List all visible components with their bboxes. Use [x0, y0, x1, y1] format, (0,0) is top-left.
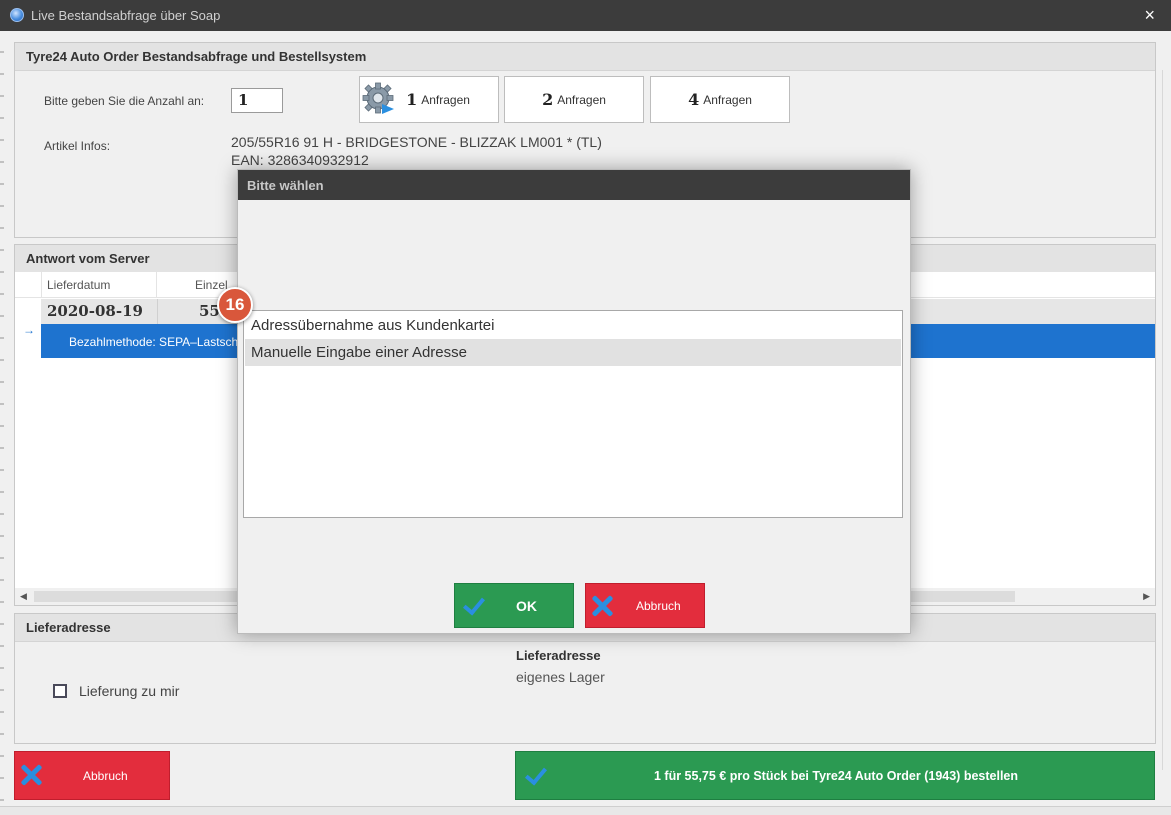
scrollbar-thumb[interactable]: [1162, 70, 1169, 770]
checkmark-icon: [461, 594, 483, 616]
scroll-left-icon[interactable]: ◀: [20, 591, 27, 602]
deliver-to-me-label[interactable]: Lieferung zu mir: [79, 683, 179, 699]
request-4-label: Anfragen: [703, 92, 752, 107]
dialog-title: Bitte wählen: [238, 170, 910, 200]
ok-button[interactable]: OK: [454, 583, 574, 628]
option-list[interactable]: Adressübernahme aus Kundenkartei Manuell…: [243, 310, 903, 518]
request-4-count: 4: [688, 90, 700, 109]
dialog-cancel-button[interactable]: Abbruch: [585, 583, 705, 628]
column-header-delivery-date[interactable]: Lieferdatum: [41, 272, 157, 298]
article-info-label: Artikel Infos:: [44, 139, 111, 153]
article-description: 205/55R16 91 H - BRIDGESTONE - BLIZZAK L…: [231, 134, 602, 150]
close-icon: [19, 763, 43, 787]
delivery-address-heading: Lieferadresse: [516, 648, 601, 663]
cell-delivery-date: 2020-08-19: [47, 302, 143, 320]
deliver-to-me-checkbox[interactable]: [53, 684, 67, 698]
window-vertical-scrollbar[interactable]: [1160, 40, 1171, 800]
scroll-right-icon[interactable]: ▶: [1143, 591, 1150, 602]
order-panel-header: Tyre24 Auto Order Bestandsabfrage und Be…: [15, 43, 1155, 71]
payment-method-text: Bezahlmethode: SEPA–Lastsch: [69, 335, 239, 349]
request-2-button[interactable]: 2 Anfragen: [504, 76, 644, 123]
step-number-badge: 16: [217, 287, 253, 323]
column-divider: [157, 299, 158, 324]
list-item-address-from-customer-file[interactable]: Adressübernahme aus Kundenkartei: [245, 312, 901, 339]
choice-dialog: Bitte wählen Adressübernahme aus Kundenk…: [237, 169, 911, 634]
window-title: Live Bestandsabfrage über Soap: [31, 8, 221, 23]
place-order-button[interactable]: 1 für 55,75 € pro Stück bei Tyre24 Auto …: [515, 751, 1155, 800]
globe-icon: [10, 8, 24, 22]
request-1-label: Anfragen: [421, 92, 470, 107]
request-1-count: 1: [406, 90, 418, 109]
quantity-label: Bitte geben Sie die Anzahl an:: [44, 94, 205, 108]
ok-button-label: OK: [516, 598, 537, 614]
status-strip: [0, 806, 1171, 815]
row-pointer-icon: →: [23, 323, 35, 337]
left-edge-ruler: [0, 31, 4, 815]
article-ean: EAN: 3286340932912: [231, 152, 369, 168]
list-item-manual-address[interactable]: Manuelle Eingabe einer Adresse: [245, 339, 901, 366]
gear-icon: [362, 82, 394, 114]
request-2-label: Anfragen: [557, 92, 606, 107]
delivery-address-value: eigenes Lager: [516, 669, 605, 685]
cancel-button[interactable]: Abbruch: [14, 751, 170, 800]
close-icon[interactable]: ×: [1144, 5, 1155, 26]
quantity-input[interactable]: 1: [231, 88, 283, 113]
dialog-cancel-label: Abbruch: [636, 599, 681, 613]
request-1-button[interactable]: 1 Anfragen: [359, 76, 499, 123]
place-order-label: 1 für 55,75 € pro Stück bei Tyre24 Auto …: [653, 769, 1019, 783]
request-4-button[interactable]: 4 Anfragen: [650, 76, 790, 123]
request-2-count: 2: [542, 90, 554, 109]
close-icon: [590, 594, 614, 618]
window-titlebar: Live Bestandsabfrage über Soap ×: [0, 0, 1171, 31]
cancel-button-label: Abbruch: [83, 769, 128, 783]
